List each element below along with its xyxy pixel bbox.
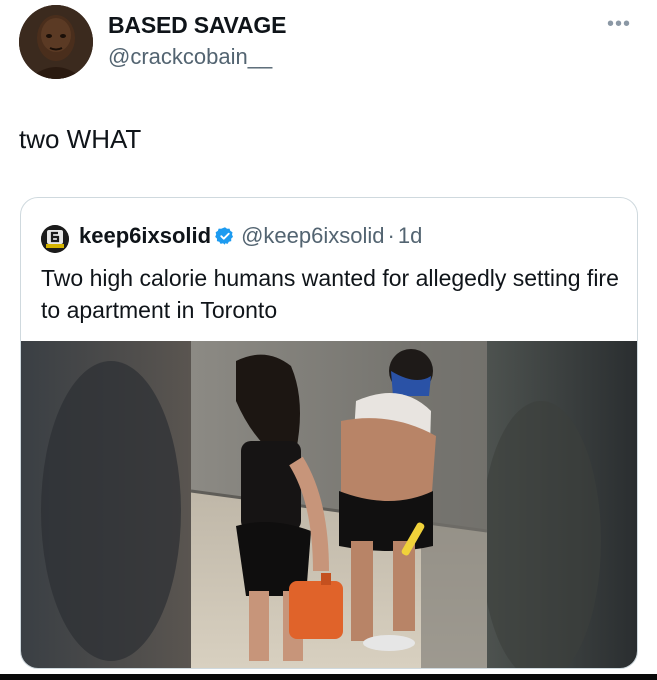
- author-avatar[interactable]: [19, 5, 93, 79]
- quoted-post-photo[interactable]: [21, 341, 637, 668]
- quoted-display-name[interactable]: keep6ixsolid: [79, 223, 211, 248]
- post-text: two WHAT: [19, 124, 142, 154]
- author-handle[interactable]: @crackcobain__: [108, 44, 272, 70]
- separator-dot: ·: [387, 223, 395, 248]
- quoted-author-avatar[interactable]: [41, 225, 69, 253]
- more-options-button[interactable]: •••: [601, 14, 637, 34]
- author-display-name[interactable]: BASED SAVAGE: [108, 12, 286, 39]
- elevator-photo-image: [21, 341, 637, 668]
- bottom-edge-bar: [0, 674, 657, 680]
- user-avatar-icon: [19, 5, 93, 79]
- quoted-handle[interactable]: @keep6ixsolid: [241, 223, 384, 248]
- quoted-post-text: Two high calorie humans wanted for alleg…: [41, 265, 619, 323]
- verified-badge-icon: [215, 226, 235, 246]
- keep6ixsolid-logo-icon: [41, 225, 69, 253]
- quoted-post-card[interactable]: keep6ixsolid @keep6ixsolid · 1d Two high ca…: [20, 197, 638, 669]
- quoted-timestamp[interactable]: 1d: [398, 223, 422, 248]
- quoted-post-header: keep6ixsolid @keep6ixsolid · 1d: [79, 223, 422, 249]
